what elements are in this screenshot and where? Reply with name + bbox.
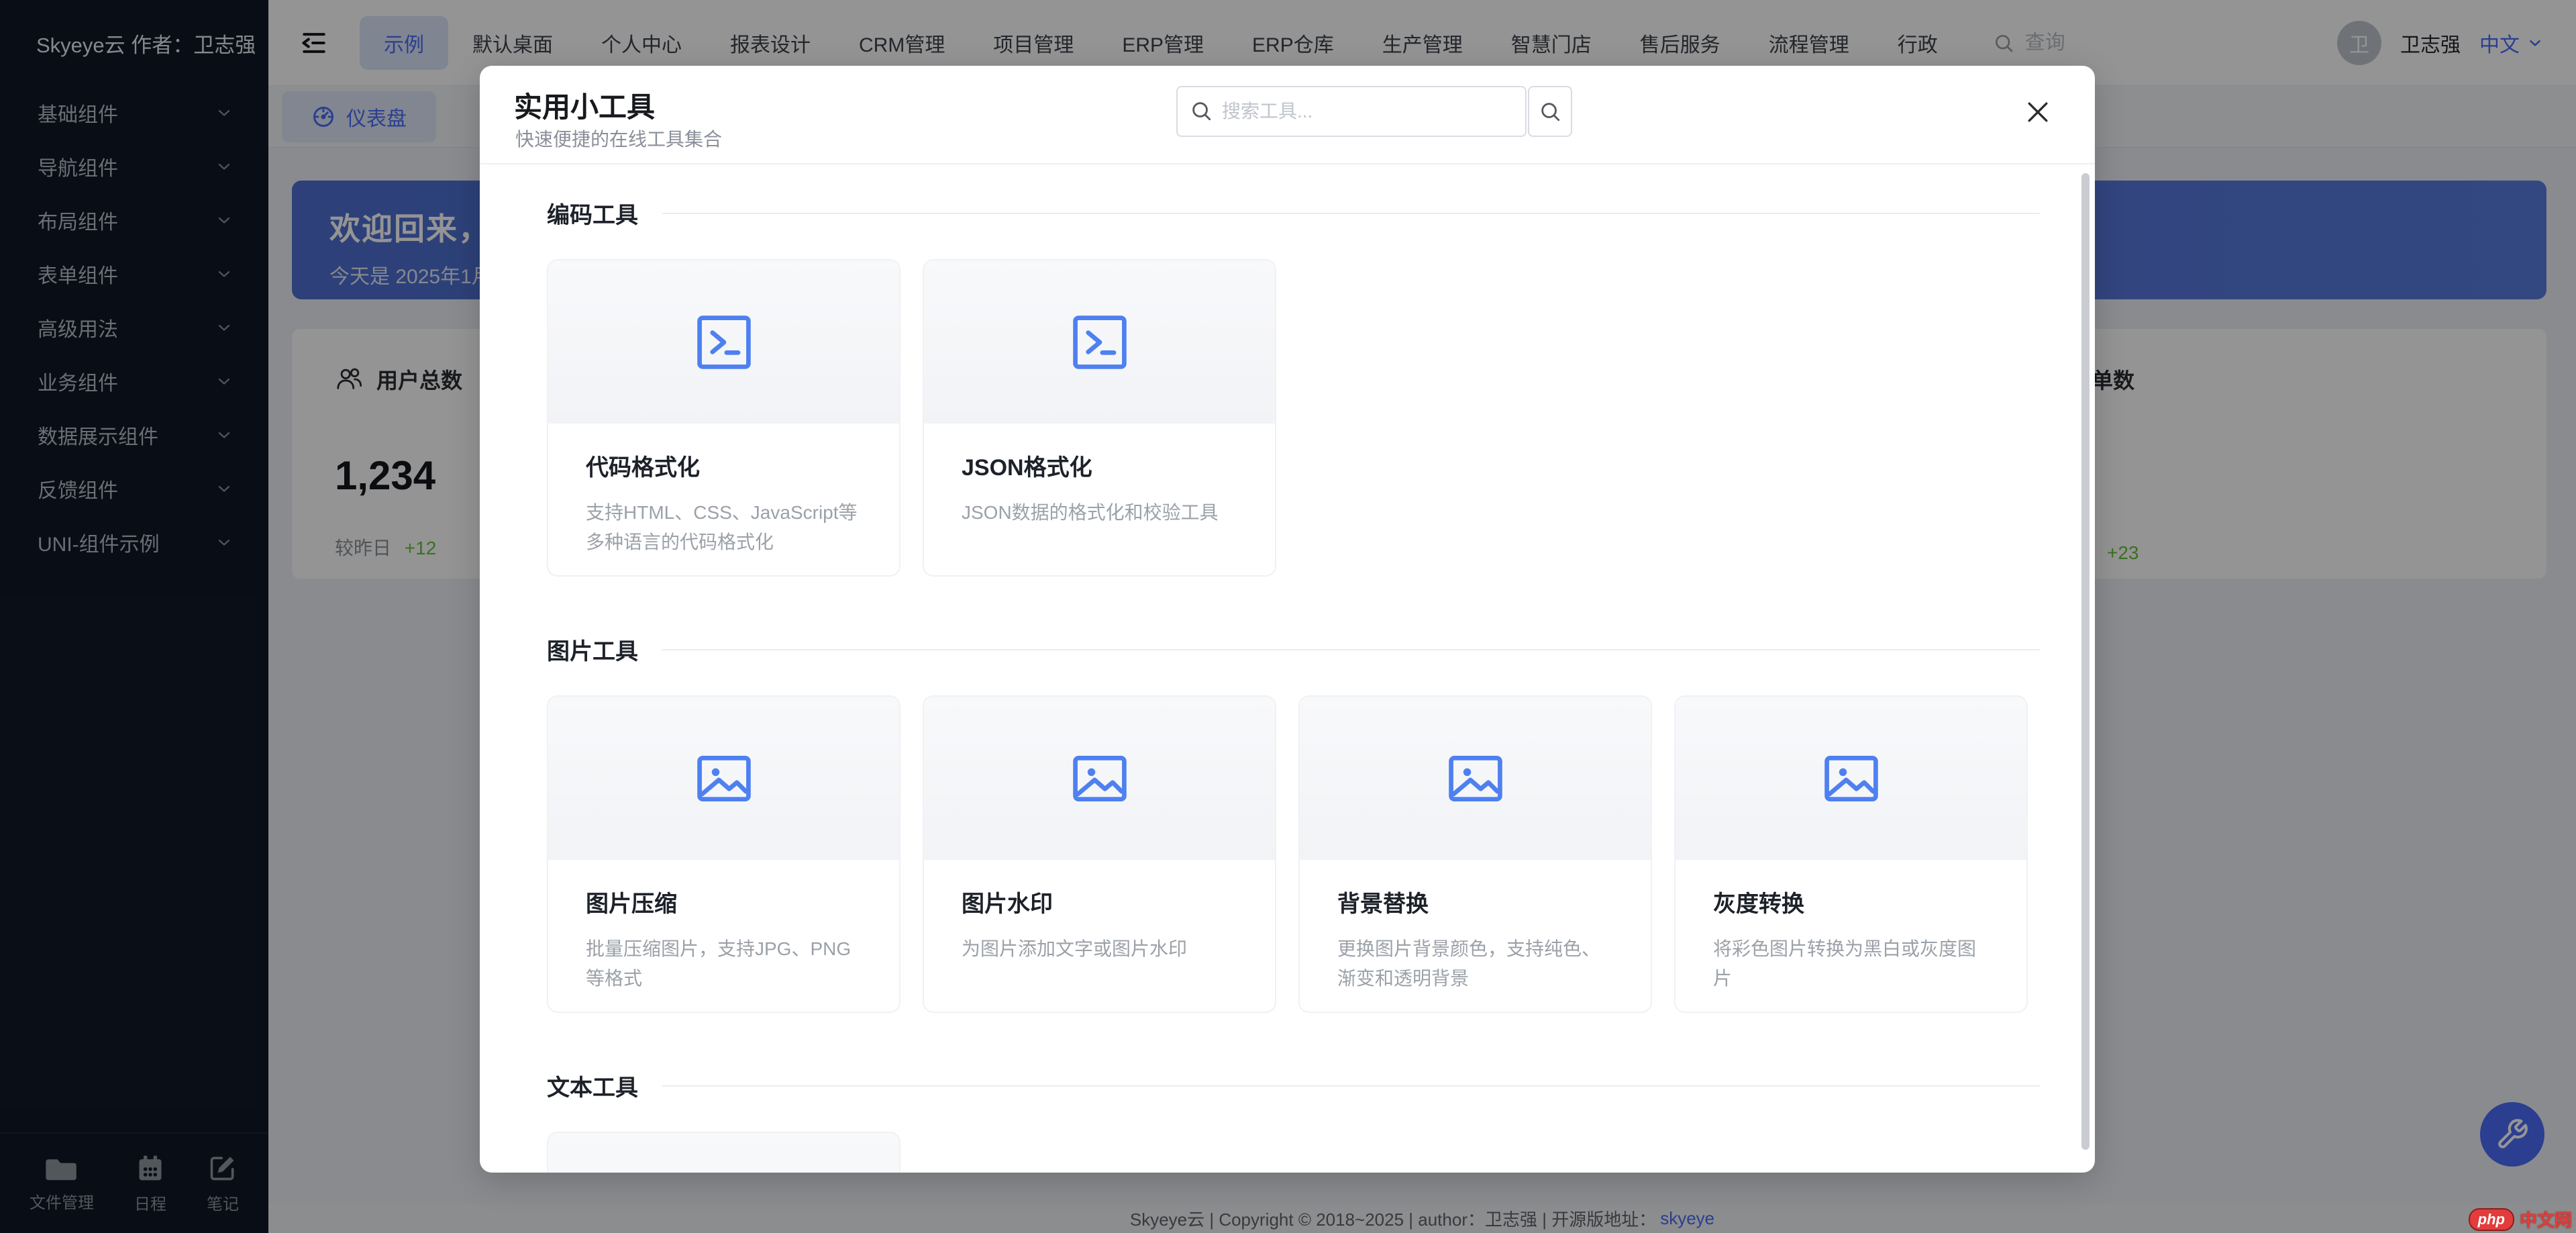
tool-desc: 更换图片背景颜色，支持纯色、渐变和透明背景 [1337, 934, 1613, 993]
tool-name: JSON格式化 [962, 449, 1237, 482]
tool-desc: 为图片添加文字或图片水印 [962, 934, 1237, 964]
tool-card[interactable]: 代码格式化 支持HTML、CSS、JavaScript等多种语言的代码格式化 [547, 259, 900, 577]
image-icon [693, 748, 755, 809]
tools-modal: 实用小工具 快速便捷的在线工具集合 [480, 66, 2095, 1173]
tool-body: 图片压缩 批量压缩图片，支持JPG、PNG等格式 [548, 860, 899, 993]
search-icon [1190, 99, 1213, 122]
tool-grid: 图片压缩 批量压缩图片，支持JPG、PNG等格式 [547, 695, 2040, 1013]
tool-body: 代码格式化 支持HTML、CSS、JavaScript等多种语言的代码格式化 [548, 424, 899, 557]
tool-desc: 将彩色图片转换为黑白或灰度图片 [1713, 934, 1989, 993]
modal-close-button[interactable] [2021, 95, 2055, 129]
section-head: 文本工具 [547, 1069, 2040, 1102]
tool-body: JSON格式化 JSON数据的格式化和校验工具 [924, 424, 1275, 528]
tool-icon-area [1676, 697, 2026, 860]
tool-search-wrap [1176, 86, 1527, 137]
section-divider [662, 1085, 2040, 1087]
search-icon [1539, 100, 1561, 123]
tool-name: 灰度转换 [1713, 885, 1989, 918]
modal-title: 实用小工具 [514, 85, 655, 126]
tool-desc: JSON数据的格式化和校验工具 [962, 498, 1237, 528]
tool-grid: 代码格式化 支持HTML、CSS、JavaScript等多种语言的代码格式化 [547, 259, 2040, 577]
modal-subtitle: 快速便捷的在线工具集合 [515, 125, 722, 152]
terminal-icon [693, 311, 755, 373]
section-title: 文本工具 [547, 1069, 638, 1102]
tool-body: 图片水印 为图片添加文字或图片水印 [924, 860, 1275, 964]
modal-body: 编码工具 [480, 166, 2095, 1173]
image-icon [1820, 748, 1882, 809]
tool-icon-area [924, 697, 1275, 860]
tool-search-input[interactable] [1176, 86, 1527, 137]
section-divider [662, 213, 2040, 214]
section-head: 编码工具 [547, 197, 2040, 230]
tool-card[interactable]: JSON格式化 JSON数据的格式化和校验工具 [923, 259, 1276, 577]
php-logo: php [2469, 1208, 2514, 1231]
tool-body: 灰度转换 将彩色图片转换为黑白或灰度图片 [1676, 860, 2026, 993]
tool-search-group [1176, 86, 1572, 137]
tool-section: 文本工具 [547, 1069, 2040, 1173]
tool-body: 背景替换 更换图片背景颜色，支持纯色、渐变和透明背景 [1300, 860, 1651, 993]
terminal-icon [1069, 311, 1131, 373]
tool-section: 图片工具 [547, 633, 2040, 1013]
tool-icon-area [548, 1133, 899, 1173]
app-root: Skyeye云 作者：卫志强 示例 默认桌面 个人中心 [0, 0, 2576, 1233]
tool-icon-area [924, 260, 1275, 424]
tool-name: 图片水印 [962, 885, 1237, 918]
tool-card[interactable]: 图片水印 为图片添加文字或图片水印 [923, 695, 1276, 1013]
watermark-text: 中文网 [2520, 1207, 2572, 1232]
modal-scrollbar[interactable] [2081, 173, 2090, 1150]
tool-name: 图片压缩 [586, 885, 862, 918]
image-icon [1069, 748, 1131, 809]
tool-icon-area [548, 260, 899, 424]
image-icon [1445, 748, 1506, 809]
modal-header: 实用小工具 快速便捷的在线工具集合 [480, 66, 2095, 164]
close-icon [2023, 97, 2053, 127]
tool-card[interactable]: 灰度转换 将彩色图片转换为黑白或灰度图片 [1674, 695, 2028, 1013]
tool-desc: 支持HTML、CSS、JavaScript等多种语言的代码格式化 [586, 498, 862, 557]
tool-card[interactable] [547, 1132, 900, 1173]
tool-card[interactable]: 背景替换 更换图片背景颜色，支持纯色、渐变和透明背景 [1298, 695, 1652, 1013]
section-title: 编码工具 [547, 197, 638, 230]
tool-name: 背景替换 [1337, 885, 1613, 918]
tool-icon-area [548, 697, 899, 860]
tool-section: 编码工具 [547, 197, 2040, 577]
php-cn-watermark: php 中文网 [2469, 1207, 2572, 1232]
tool-desc: 批量压缩图片，支持JPG、PNG等格式 [586, 934, 862, 993]
tool-card[interactable]: 图片压缩 批量压缩图片，支持JPG、PNG等格式 [547, 695, 900, 1013]
tool-icon-area [1300, 697, 1651, 860]
section-divider [662, 649, 2040, 650]
tool-name: 代码格式化 [586, 449, 862, 482]
tool-grid [547, 1132, 2040, 1173]
tool-search-button[interactable] [1528, 86, 1572, 137]
section-title: 图片工具 [547, 633, 638, 666]
section-head: 图片工具 [547, 633, 2040, 666]
